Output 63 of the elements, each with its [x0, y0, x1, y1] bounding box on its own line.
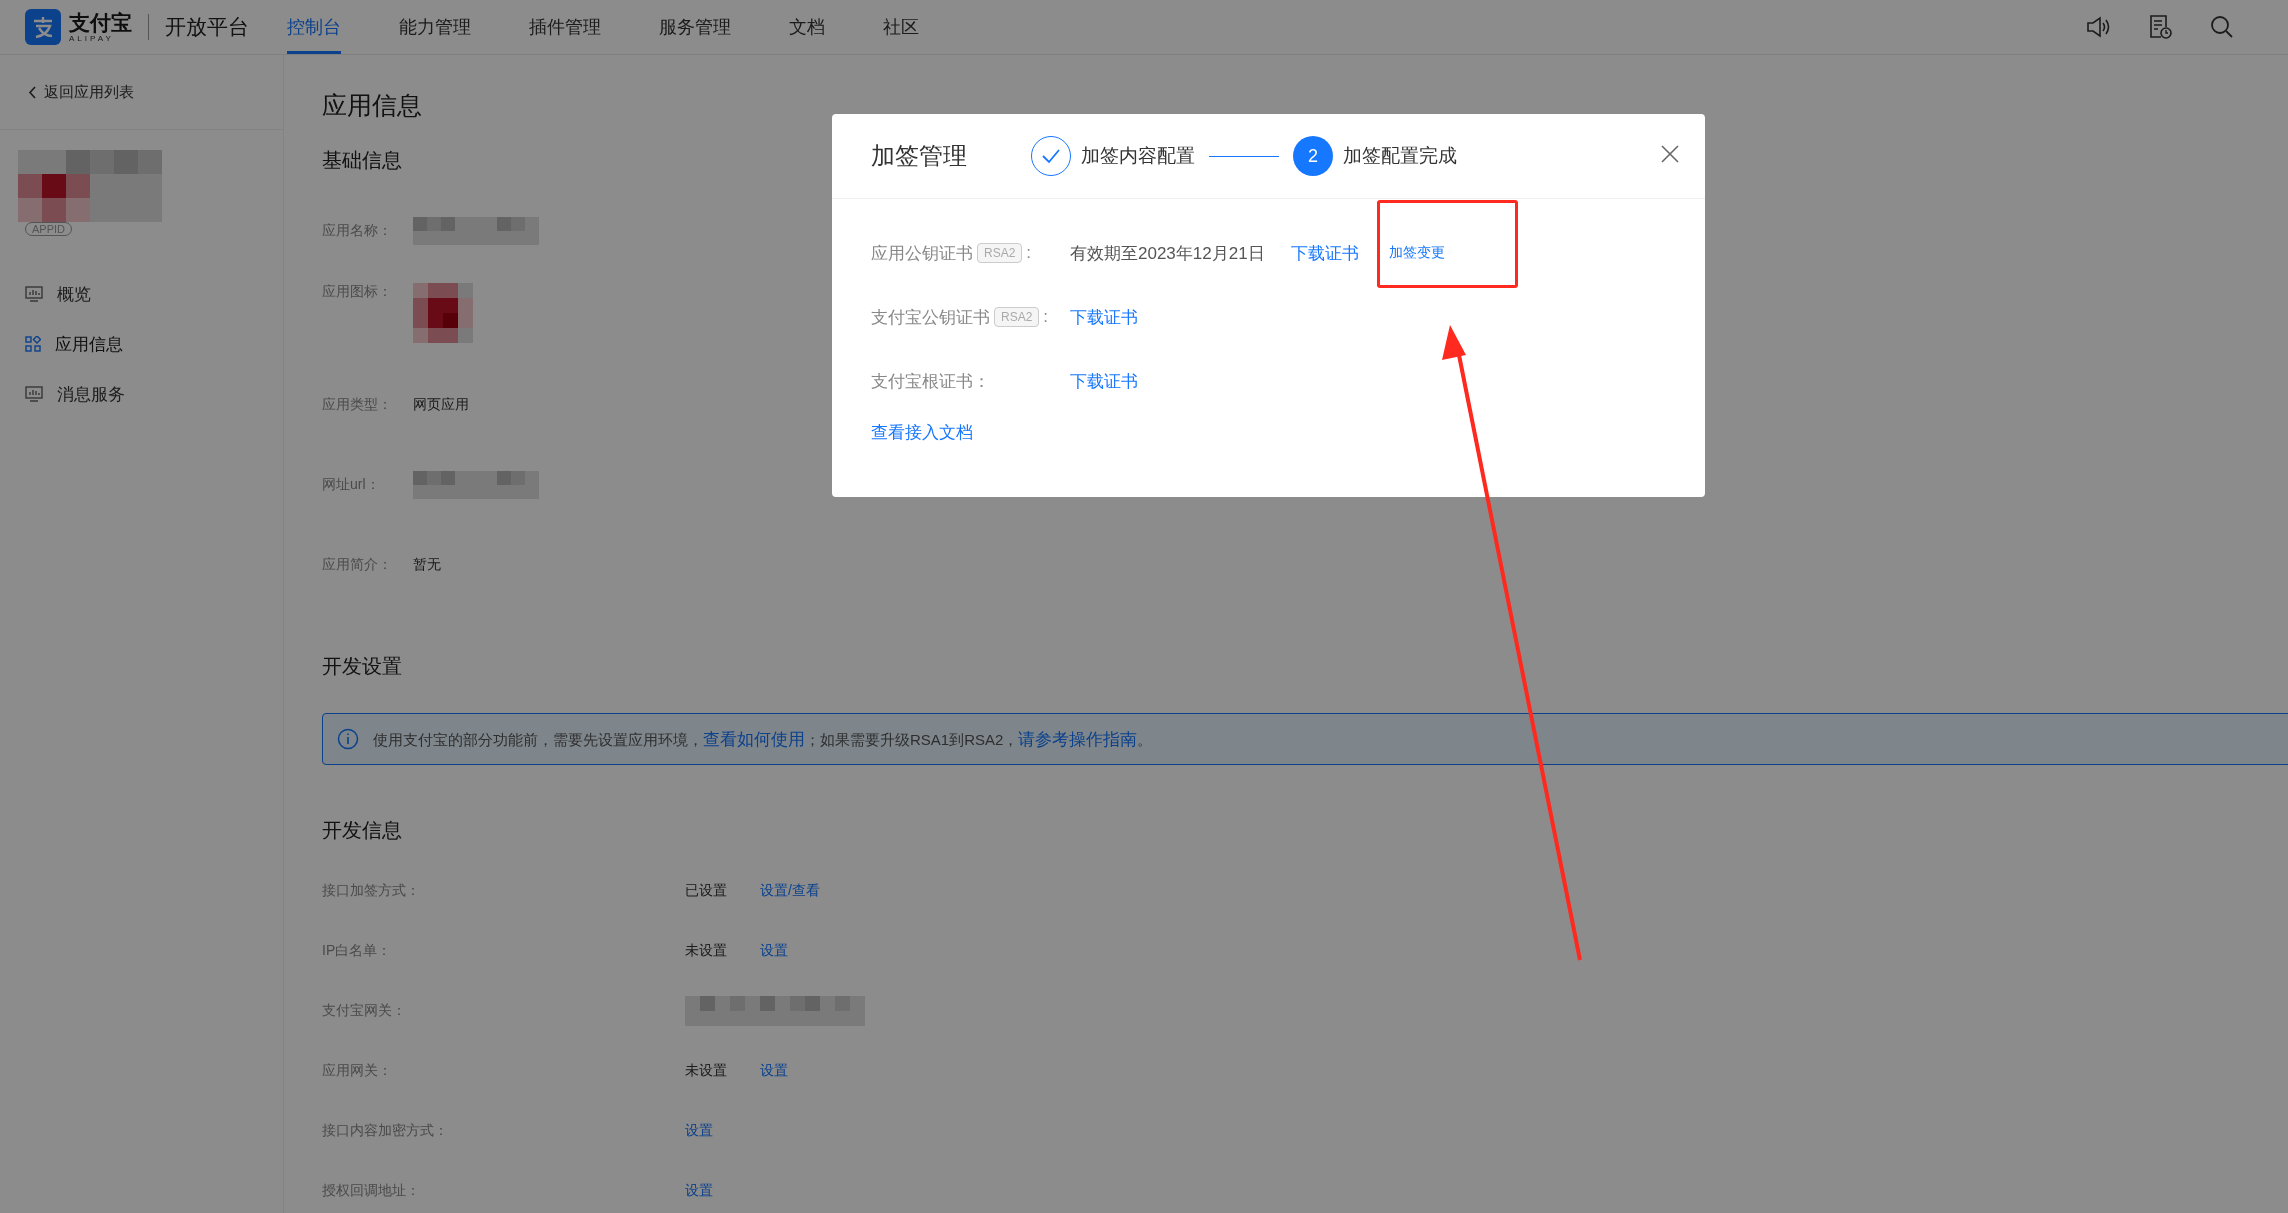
field-label: IP白名单： [322, 942, 393, 960]
nav-tab[interactable]: 社区 [883, 0, 919, 54]
dialog-link[interactable]: 下载证书 [1070, 305, 1138, 329]
field-label: 支付宝网关： [322, 1002, 407, 1020]
document-clock-icon[interactable] [2147, 14, 2173, 40]
sidebar-item[interactable]: 概览 [57, 282, 91, 306]
algorithm-tag: RSA2 [977, 243, 1023, 263]
docs-link[interactable]: 查看接入文档 [871, 421, 973, 444]
field-label: 应用类型： [322, 396, 393, 414]
status-text: 未设置 [685, 942, 728, 960]
field-value: 暂无 [413, 556, 441, 574]
nav-tab[interactable]: 能力管理 [399, 0, 471, 54]
dialog-link[interactable]: 下载证书 [1290, 241, 1359, 265]
nav-tab[interactable]: 文档 [789, 0, 825, 54]
settings-link[interactable]: 设置/查看 [760, 882, 820, 900]
settings-link[interactable]: 设置 [760, 1062, 788, 1080]
nav-tab[interactable]: 控制台 [287, 0, 341, 54]
info-icon [337, 728, 359, 750]
status-text: 未设置 [685, 1062, 728, 1080]
banner-text: 使用支付宝的部分功能前，需要先设置应用环境，查看如何使用；如果需要升级RSA1到RSA2，请参考操作指南。 [373, 728, 1153, 751]
banner-link[interactable]: 请参考操作指南 [1018, 729, 1138, 749]
close-icon[interactable] [1660, 144, 1680, 164]
step-label: 加签内容配置 [1081, 144, 1195, 168]
nav-tab[interactable]: 插件管理 [529, 0, 601, 54]
banner-link[interactable]: 查看如何使用 [703, 729, 805, 749]
back-link[interactable]: 返回应用列表 [44, 82, 134, 102]
step-label: 加签配置完成 [1343, 144, 1457, 168]
brand-subtitle: ALIPAY [69, 34, 115, 43]
field-label: 网址url： [322, 476, 381, 494]
field-label: 应用名称： [322, 222, 393, 240]
field-label: 应用网关： [322, 1062, 393, 1080]
field-label: 支付宝公钥证书 [871, 306, 990, 329]
label-colon: : [1026, 243, 1032, 263]
settings-link[interactable]: 设置 [685, 1182, 713, 1200]
field-label: 应用公钥证书 [871, 242, 973, 265]
field-label: 应用图标： [322, 283, 393, 301]
section-title: 基础信息 [322, 148, 402, 173]
section-title: 开发信息 [322, 818, 402, 843]
step-number: 2 [1293, 136, 1333, 176]
sidebar-item[interactable]: 应用信息 [55, 332, 123, 356]
nav-tab[interactable]: 服务管理 [659, 0, 731, 54]
page-title: 应用信息 [322, 90, 422, 121]
status-text: 已设置 [685, 882, 728, 900]
field-value: 网页应用 [413, 396, 469, 414]
platform-name: 开放平台 [165, 14, 249, 40]
dialog-title: 加签管理 [871, 141, 968, 171]
search-icon[interactable] [2209, 14, 2235, 40]
dialog-link[interactable]: 加签变更 [1388, 244, 1445, 262]
sidebar-item[interactable]: 消息服务 [57, 382, 125, 406]
section-title: 开发设置 [322, 654, 402, 679]
field-label: 支付宝根证书： [871, 370, 990, 393]
speaker-icon[interactable] [2085, 14, 2111, 40]
dialog-link[interactable]: 下载证书 [1070, 369, 1138, 393]
label-colon: : [1043, 307, 1049, 327]
brand-name: 支付宝 [69, 11, 132, 33]
settings-link[interactable]: 设置 [685, 1122, 713, 1140]
algorithm-tag: RSA2 [994, 307, 1040, 327]
settings-link[interactable]: 设置 [760, 942, 788, 960]
back-chevron-icon [28, 85, 36, 99]
logo-icon [25, 9, 61, 45]
redaction-mosaic [413, 283, 473, 343]
field-label: 应用简介： [322, 556, 393, 574]
validity-text: 有效期至2023年12月21日 [1070, 242, 1265, 265]
